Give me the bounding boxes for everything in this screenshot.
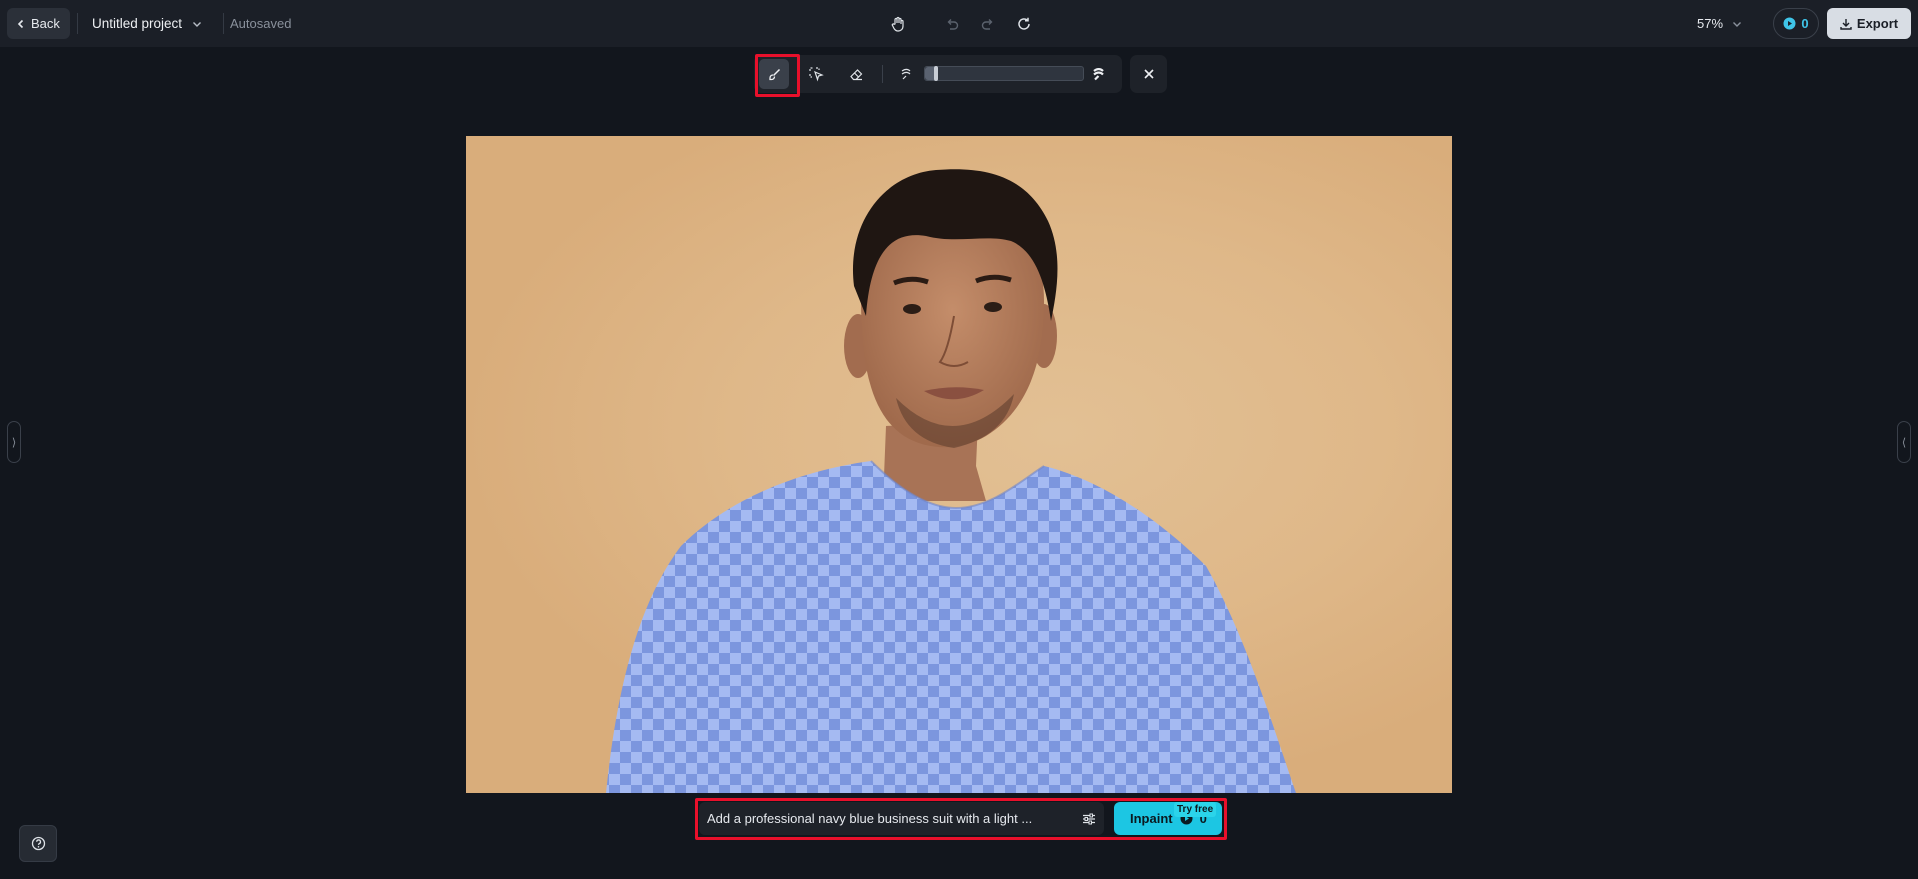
reset-button[interactable]	[1011, 11, 1037, 37]
credits-button[interactable]: 0	[1773, 8, 1819, 39]
chevron-left-icon	[17, 19, 24, 28]
image-canvas[interactable]	[466, 136, 1452, 793]
project-title-dropdown[interactable]: Untitled project	[92, 0, 203, 47]
close-icon	[1143, 69, 1154, 79]
close-mask-toolbar-button[interactable]	[1130, 55, 1167, 93]
credit-count: 0	[1801, 16, 1809, 31]
export-label: Export	[1856, 16, 1899, 31]
portrait-image	[606, 169, 1296, 793]
top-bar: Back Untitled project Autosaved 57% 0 Ex…	[0, 0, 1918, 47]
undo-icon	[947, 19, 959, 30]
redo-button[interactable]	[975, 11, 1001, 37]
brush-size-large-icon	[1083, 59, 1113, 89]
zoom-dropdown[interactable]: 57%	[1697, 0, 1743, 47]
divider	[77, 13, 78, 34]
chevron-down-icon	[1733, 21, 1742, 27]
refresh-icon	[1018, 17, 1030, 30]
chevron-left-icon: ⟨	[1901, 436, 1907, 449]
prompt-area-highlight	[695, 798, 1227, 840]
autosave-status: Autosaved	[230, 16, 292, 31]
brush-size-slider-handle[interactable]	[934, 66, 939, 81]
help-button[interactable]	[19, 825, 57, 862]
redo-icon	[981, 19, 993, 30]
left-panel-toggle[interactable]: ⟩	[7, 421, 21, 463]
credit-coin-icon	[1783, 17, 1796, 30]
chevron-right-icon: ⟩	[11, 436, 17, 449]
eraser-icon	[849, 68, 862, 80]
back-label: Back	[31, 16, 60, 31]
zoom-level: 57%	[1697, 16, 1724, 31]
question-icon	[31, 836, 45, 851]
small-brush-stroke-icon	[901, 68, 911, 80]
right-panel-toggle[interactable]: ⟨	[1897, 421, 1911, 463]
brush-size-small-icon	[891, 59, 921, 89]
hand-icon	[891, 16, 904, 32]
hand-tool-button[interactable]	[885, 11, 911, 37]
export-button[interactable]: Export	[1827, 8, 1911, 39]
large-brush-stroke-icon	[1092, 67, 1104, 80]
brush-size-slider-fill	[925, 67, 935, 80]
divider	[882, 65, 883, 83]
back-button[interactable]: Back	[7, 8, 70, 39]
eraser-tool-button[interactable]	[841, 59, 871, 89]
divider	[223, 13, 224, 34]
canvas-controls	[885, 11, 1037, 37]
lasso-select-icon	[809, 67, 824, 82]
smart-select-button[interactable]	[801, 59, 831, 89]
brush-tool-highlight	[755, 54, 800, 97]
undo-button[interactable]	[939, 11, 965, 37]
download-icon	[1840, 18, 1852, 30]
chevron-down-icon	[193, 21, 202, 27]
brush-size-slider[interactable]	[924, 66, 1084, 81]
project-title: Untitled project	[92, 16, 183, 31]
